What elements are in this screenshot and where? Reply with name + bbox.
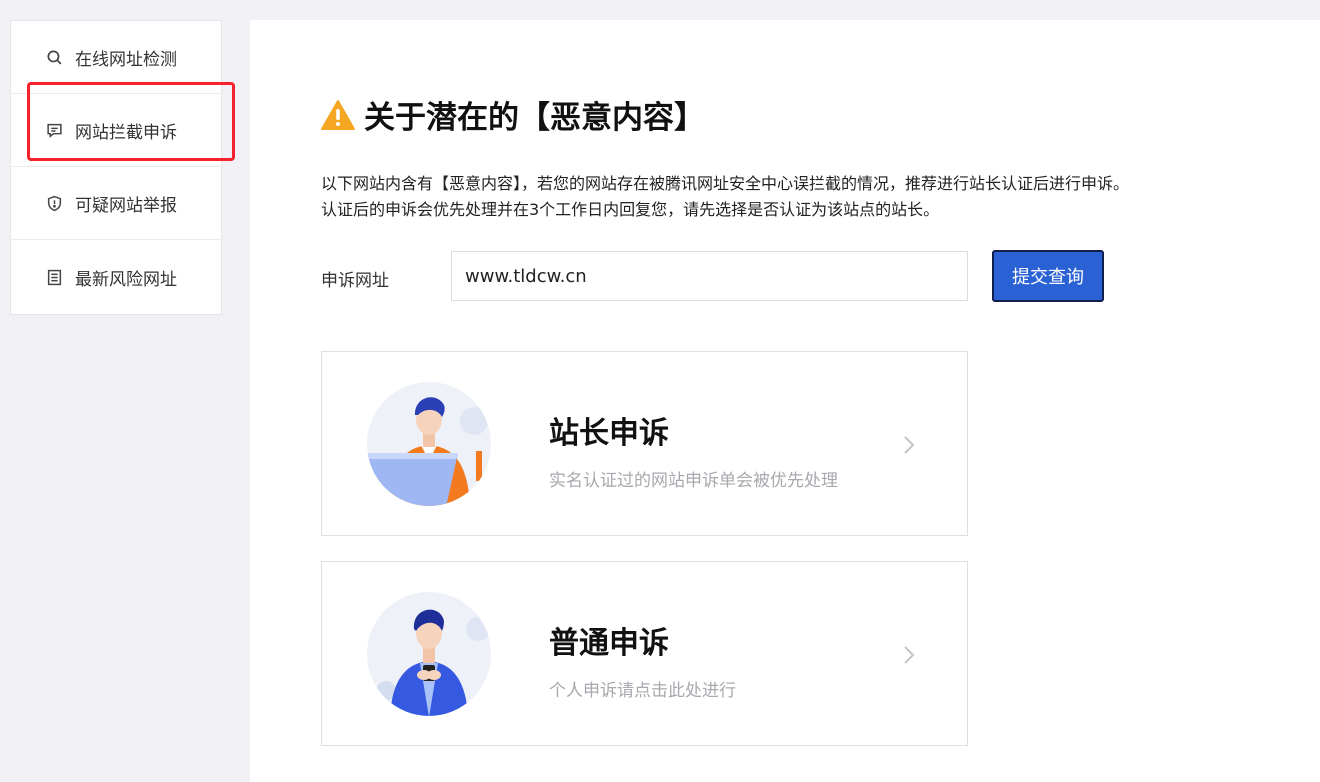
card-title: 站长申诉	[549, 416, 669, 451]
shield-icon	[45, 194, 63, 212]
warning-icon	[321, 99, 355, 130]
sidebar-item-label: 可疑网站举报	[75, 195, 177, 216]
description-line: 以下网站内含有【恶意内容】，若您的网站存在被腾讯网址安全中心误拦截的情况，推荐进…	[321, 174, 1130, 193]
sidebar-item-online-check[interactable]: 在线网址检测	[11, 21, 221, 94]
chevron-right-icon	[904, 436, 915, 454]
sidebar-item-label: 网站拦截申诉	[75, 122, 177, 143]
sidebar-item-label: 在线网址检测	[75, 49, 177, 70]
general-user-avatar-illustration	[367, 592, 491, 716]
webmaster-appeal-card[interactable]: 站长申诉 实名认证过的网站申诉单会被优先处理	[321, 351, 968, 536]
card-title: 普通申诉	[549, 626, 669, 661]
url-label: 申诉网址	[321, 271, 389, 291]
document-list-icon	[45, 268, 63, 286]
sidebar-item-label: 最新风险网址	[75, 269, 177, 290]
main-panel: 关于潜在的【恶意内容】 以下网站内含有【恶意内容】，若您的网站存在被腾讯网址安全…	[250, 20, 1320, 782]
webmaster-avatar-illustration	[367, 382, 491, 506]
page-title-text: 关于潜在的【恶意内容】	[364, 100, 705, 136]
chevron-right-icon	[904, 646, 915, 664]
page-title: 关于潜在的【恶意内容】	[320, 92, 705, 137]
card-subtitle: 实名认证过的网站申诉单会被优先处理	[549, 471, 838, 491]
card-subtitle: 个人申诉请点击此处进行	[549, 681, 736, 701]
sidebar-nav: 在线网址检测 网站拦截申诉 可疑网站举报 最新风险网址	[10, 20, 222, 315]
url-input[interactable]	[451, 251, 968, 301]
description: 以下网站内含有【恶意内容】，若您的网站存在被腾讯网址安全中心误拦截的情况，推荐进…	[321, 171, 1261, 223]
description-line: 认证后的申诉会优先处理并在3个工作日内回复您，请先选择是否认证为该站点的站长。	[321, 200, 940, 219]
search-icon	[45, 48, 63, 66]
sidebar-item-latest-risk[interactable]: 最新风险网址	[11, 240, 221, 314]
general-appeal-card[interactable]: 普通申诉 个人申诉请点击此处进行	[321, 561, 968, 746]
sidebar-item-report[interactable]: 可疑网站举报	[11, 167, 221, 240]
comment-icon	[45, 121, 63, 139]
submit-query-button[interactable]: 提交查询	[992, 250, 1104, 302]
sidebar-item-block-appeal[interactable]: 网站拦截申诉	[11, 94, 221, 167]
